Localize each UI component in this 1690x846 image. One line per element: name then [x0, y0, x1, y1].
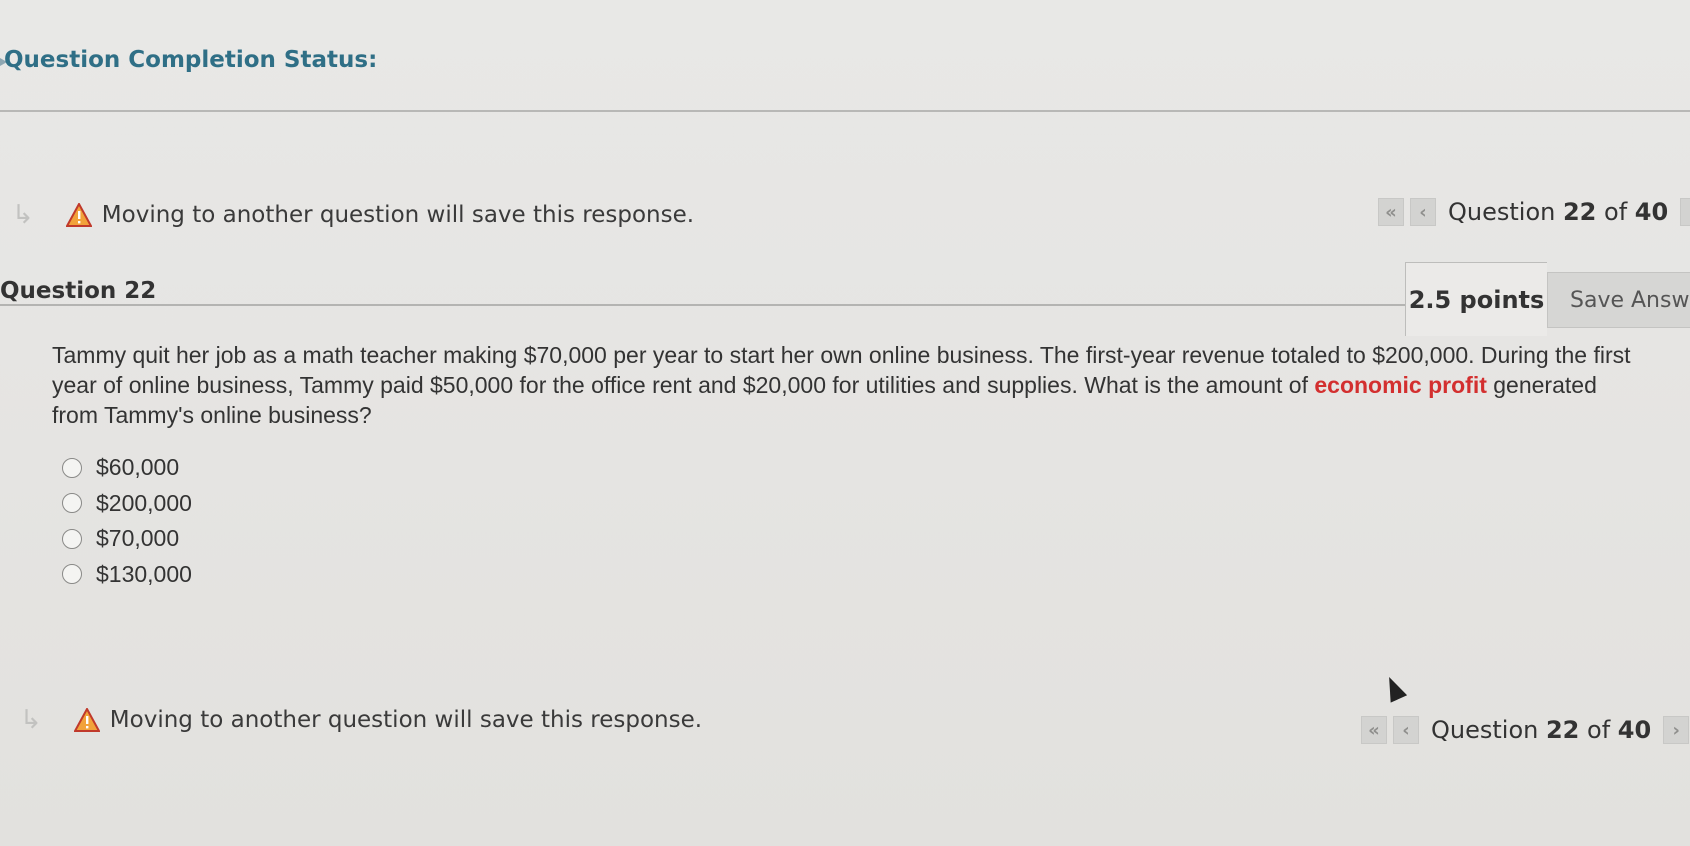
save-notice-top: ↳ Moving to another question will save t…: [12, 200, 694, 230]
notice-text: Moving to another question will save thi…: [101, 202, 695, 228]
option-label[interactable]: $200,000: [96, 490, 192, 517]
mouse-cursor-icon: [1380, 673, 1408, 703]
first-question-button[interactable]: «: [1378, 198, 1404, 226]
option-label[interactable]: $130,000: [96, 561, 192, 588]
warning-icon: [65, 203, 92, 227]
radio-button[interactable]: [62, 528, 82, 549]
question-position: Question 22 of 40: [1448, 198, 1669, 226]
answer-option[interactable]: $60,000: [62, 450, 192, 486]
answer-option[interactable]: $70,000: [62, 521, 192, 557]
return-arrow-icon: ↳: [12, 200, 34, 230]
notice-text: Moving to another question will save thi…: [109, 707, 703, 733]
question-position: Question 22 of 40: [1431, 716, 1652, 744]
answer-option[interactable]: $200,000: [62, 486, 192, 522]
next-question-button[interactable]: ›: [1680, 198, 1690, 226]
answer-options: $60,000 $200,000 $70,000 $130,000: [62, 450, 192, 592]
divider: [0, 110, 1690, 112]
answer-option[interactable]: $130,000: [62, 557, 192, 593]
warning-icon: [73, 708, 100, 732]
save-answer-button[interactable]: Save Answer: [1547, 272, 1690, 328]
question-nav-top: « ‹ Question 22 of 40 ›: [1378, 198, 1690, 226]
question-divider: [0, 304, 1405, 306]
completion-status-title[interactable]: Question Completion Status:: [4, 47, 377, 73]
previous-question-button[interactable]: ‹: [1393, 716, 1419, 744]
points-label: 2.5 points: [1405, 262, 1547, 336]
option-label[interactable]: $70,000: [96, 525, 179, 552]
question-heading: Question 22: [0, 278, 157, 304]
question-nav-bottom: « ‹ Question 22 of 40 › »: [1361, 716, 1690, 744]
radio-button[interactable]: [62, 564, 82, 585]
question-text: Tammy quit her job as a math teacher mak…: [52, 342, 1631, 428]
highlighted-term: economic profit: [1314, 372, 1487, 398]
radio-button[interactable]: [62, 493, 82, 514]
next-question-button[interactable]: ›: [1663, 716, 1690, 744]
return-arrow-icon: ↳: [20, 705, 42, 735]
previous-question-button[interactable]: ‹: [1410, 198, 1436, 226]
save-notice-bottom: ↳ Moving to another question will save t…: [20, 705, 702, 735]
first-question-button[interactable]: «: [1361, 716, 1387, 744]
option-label[interactable]: $60,000: [96, 454, 179, 481]
radio-button[interactable]: [62, 457, 82, 478]
